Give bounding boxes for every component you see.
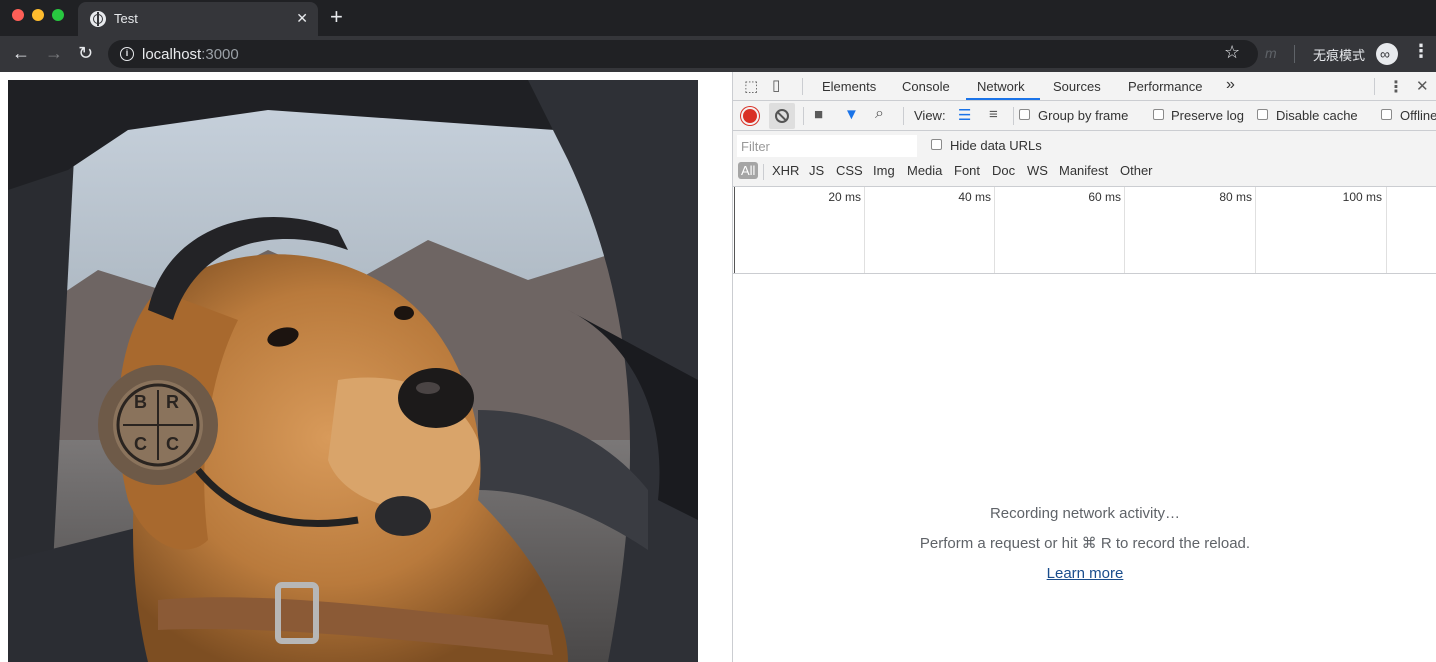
back-arrow-icon[interactable]: ← xyxy=(12,42,30,64)
type-filter-css[interactable]: CSS xyxy=(833,162,866,179)
bookmark-star-icon[interactable]: ☆ xyxy=(1224,42,1240,63)
reload-icon[interactable]: ↻ xyxy=(78,42,93,64)
type-filter-js[interactable]: JS xyxy=(806,162,827,179)
timeline-tick-label: 20 ms xyxy=(828,190,861,204)
tab-bar-divider-right xyxy=(1374,78,1375,95)
tab-sources[interactable]: Sources xyxy=(1053,79,1101,94)
preserve-log-checkbox[interactable] xyxy=(1153,109,1164,120)
type-filter-doc[interactable]: Doc xyxy=(989,162,1018,179)
browser-toolbar: ← → ↻ i localhost:3000 ☆ m 无痕模式 ⋮ xyxy=(0,36,1436,72)
toolbar-divider xyxy=(803,107,804,125)
timeline-tick-label: 40 ms xyxy=(958,190,991,204)
toolbar-divider-2 xyxy=(903,107,904,125)
tab-console[interactable]: Console xyxy=(902,79,950,94)
toolbar-divider-3 xyxy=(1013,107,1014,125)
offline-label: Offline xyxy=(1400,108,1436,123)
timeline-tick-label: 100 ms xyxy=(1342,190,1382,204)
svg-text:C: C xyxy=(134,434,147,454)
offline-checkbox[interactable] xyxy=(1381,109,1392,120)
info-icon[interactable]: i xyxy=(120,47,134,61)
type-filter-img[interactable]: Img xyxy=(870,162,898,179)
browser-menu-icon[interactable]: ⋮ xyxy=(1412,41,1430,62)
browser-tab-strip: Test ✕ + xyxy=(0,0,1436,36)
view-label: View: xyxy=(914,108,946,123)
timeline-tick-label: 60 ms xyxy=(1088,190,1121,204)
network-overview-timeline[interactable]: 20 ms 40 ms 60 ms 80 ms 100 ms xyxy=(733,187,1436,274)
window-zoom-button[interactable] xyxy=(52,9,64,21)
address-bar[interactable]: i localhost:3000 ☆ m xyxy=(108,40,1277,68)
url-host: localhost xyxy=(142,46,202,63)
type-filter-xhr[interactable]: XHR xyxy=(769,162,802,179)
type-filter-other[interactable]: Other xyxy=(1117,162,1156,179)
tab-elements[interactable]: Elements xyxy=(822,79,876,94)
filter-funnel-icon[interactable]: ▼ xyxy=(844,106,859,123)
tab-close-icon[interactable]: ✕ xyxy=(296,9,308,27)
devtools-close-icon[interactable]: ✕ xyxy=(1416,77,1429,95)
type-filter-media[interactable]: Media xyxy=(904,162,945,179)
svg-text:R: R xyxy=(166,392,179,412)
search-icon[interactable]: ⌕ xyxy=(875,105,884,123)
large-rows-icon[interactable]: ☰ xyxy=(958,106,971,124)
tab-bar-divider xyxy=(802,78,803,95)
type-filter-font[interactable]: Font xyxy=(951,162,983,179)
type-filter-ws[interactable]: WS xyxy=(1024,162,1051,179)
incognito-label: 无痕模式 xyxy=(1313,48,1366,63)
group-by-frame-checkbox[interactable] xyxy=(1019,109,1030,120)
tab-performance[interactable]: Performance xyxy=(1128,79,1202,94)
page-viewport: B R C C xyxy=(0,72,732,662)
dog-headset-photo: B R C C xyxy=(8,80,698,662)
type-filter-divider xyxy=(763,164,764,180)
window-minimize-button[interactable] xyxy=(32,9,44,21)
tab-network[interactable]: Network xyxy=(977,79,1025,94)
device-toolbar-icon[interactable]: ▯ xyxy=(772,76,780,94)
window-close-button[interactable] xyxy=(12,9,24,21)
url-text[interactable]: localhost:3000 xyxy=(142,46,239,63)
url-port: :3000 xyxy=(201,46,239,63)
devtools-tab-bar: ⬚ ▯ Elements Console Network Sources Per… xyxy=(733,72,1436,101)
type-filter-manifest[interactable]: Manifest xyxy=(1056,162,1111,179)
svg-text:C: C xyxy=(166,434,179,454)
timeline-gridline xyxy=(864,187,865,273)
timeline-gridline xyxy=(994,187,995,273)
disable-cache-checkbox[interactable] xyxy=(1257,109,1268,120)
preserve-log-label: Preserve log xyxy=(1171,108,1244,123)
forward-arrow-icon[interactable]: → xyxy=(45,42,63,64)
learn-more-link[interactable]: Learn more xyxy=(1047,565,1124,582)
timeline-gridline xyxy=(1124,187,1125,273)
timeline-tick-label: 80 ms xyxy=(1219,190,1252,204)
recording-message: Recording network activity… xyxy=(989,505,1181,522)
more-tabs-chevron-icon[interactable]: » xyxy=(1226,76,1235,94)
timeline-gridline xyxy=(1386,187,1387,273)
screenshot-camera-icon[interactable]: ■ xyxy=(814,106,823,123)
tab-title: Test xyxy=(114,11,138,26)
devtools-panel: ⬚ ▯ Elements Console Network Sources Per… xyxy=(732,72,1436,662)
network-empty-state: Recording network activity… Perform a re… xyxy=(733,502,1436,592)
filter-bar: Hide data URLs All XHR JS CSS Img Media … xyxy=(733,131,1436,187)
group-by-frame-label: Group by frame xyxy=(1038,108,1129,123)
toolbar-divider xyxy=(1294,45,1295,63)
disable-cache-label: Disable cache xyxy=(1276,108,1358,123)
hide-data-urls-label: Hide data URLs xyxy=(950,138,1042,153)
clear-button[interactable] xyxy=(769,103,795,129)
new-tab-button[interactable]: + xyxy=(330,6,343,28)
clear-icon xyxy=(775,109,789,123)
svg-text:B: B xyxy=(134,392,147,412)
network-toolbar: ■ ▼ ⌕ View: ☰ ≡ Group by frame Preserve … xyxy=(733,101,1436,131)
record-icon[interactable] xyxy=(743,109,757,123)
devtools-menu-icon[interactable]: ⋮ xyxy=(1388,77,1404,97)
extension-icon[interactable]: m xyxy=(1265,45,1277,61)
timeline-start-marker xyxy=(734,187,735,273)
overview-waterfall-icon[interactable]: ≡ xyxy=(989,106,998,123)
inspect-element-icon[interactable]: ⬚ xyxy=(744,77,758,95)
type-filter-all[interactable]: All xyxy=(738,162,759,179)
reload-hint: Perform a request or hit ⌘ R to record t… xyxy=(919,535,1251,552)
timeline-gridline xyxy=(1255,187,1256,273)
browser-tab[interactable]: Test ✕ xyxy=(78,2,318,36)
globe-icon xyxy=(90,11,106,27)
active-tab-indicator xyxy=(966,98,1040,100)
hide-data-urls-checkbox[interactable] xyxy=(931,139,942,150)
incognito-icon[interactable] xyxy=(1376,43,1398,65)
filter-input[interactable] xyxy=(737,135,917,157)
